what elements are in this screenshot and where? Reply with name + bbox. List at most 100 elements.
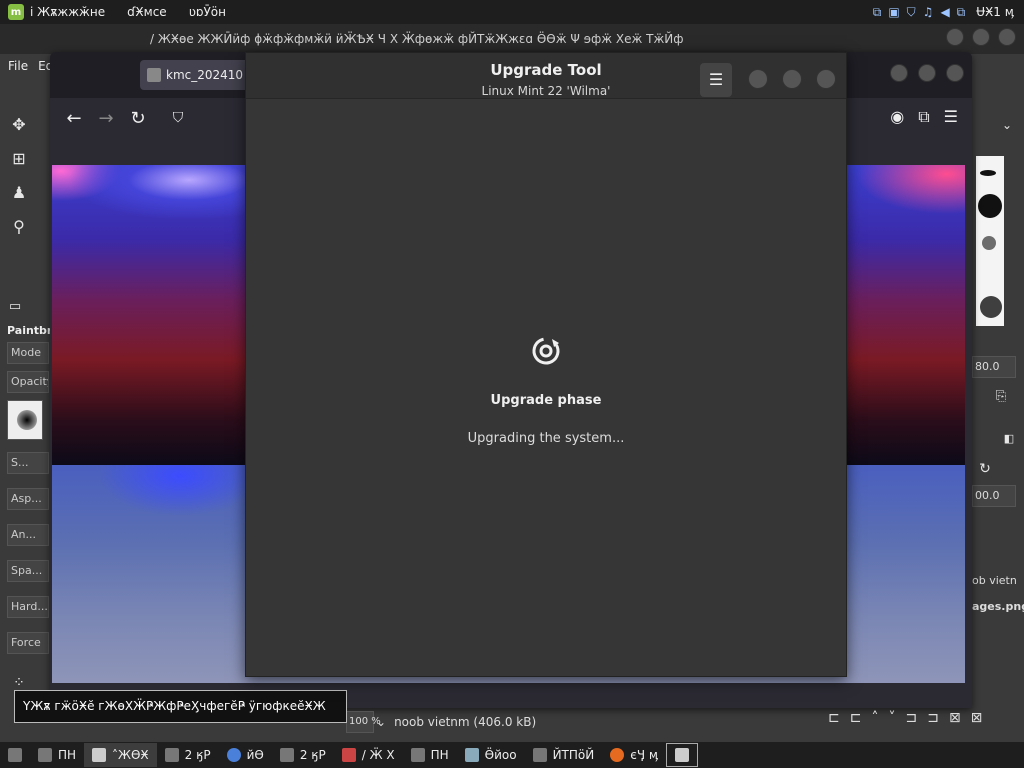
chromium-icon bbox=[226, 748, 241, 762]
shield-icon[interactable]: ⛉ bbox=[907, 5, 916, 20]
upgrade-progress-icon bbox=[532, 337, 560, 365]
upgrade-window-controls bbox=[748, 69, 836, 89]
show-desktop-button[interactable] bbox=[0, 743, 30, 767]
forward-arrow-icon[interactable]: → bbox=[90, 108, 122, 129]
app-icon bbox=[341, 748, 356, 762]
tracking-shield-icon[interactable]: ⛉ bbox=[162, 110, 194, 126]
taskbar-item[interactable]: йӨ bbox=[219, 743, 272, 767]
hamburger-menu-icon[interactable]: ☰ bbox=[944, 107, 958, 127]
taskbar-item[interactable]: / Ӝ Х bbox=[334, 743, 403, 767]
lower-icon[interactable]: ˅ bbox=[888, 710, 895, 726]
taskbar-item[interactable]: 2 ӄР bbox=[272, 743, 334, 767]
brushes-panel[interactable] bbox=[976, 156, 1004, 326]
account-icon[interactable]: ◉ bbox=[890, 107, 904, 127]
brush-preview[interactable] bbox=[7, 400, 43, 440]
zoom-level[interactable]: 100 % bbox=[346, 711, 381, 733]
delete-icon[interactable]: ⊠ bbox=[971, 710, 983, 726]
back-arrow-icon[interactable]: ← bbox=[58, 108, 90, 129]
anchor-icon[interactable]: ⊐ bbox=[927, 710, 939, 726]
firefox-icon bbox=[610, 748, 625, 762]
display-icon[interactable]: ⧉ bbox=[957, 5, 966, 20]
tooltip: ҮЖѫ гӝӧӾӗ гЖѳХӜҎЖфҎеӼчфегӗҎ ӱгюфкеӗӾЖ bbox=[14, 690, 347, 723]
mint-menu-icon[interactable]: m bbox=[8, 4, 24, 20]
move-tool-icon[interactable]: ✥ bbox=[8, 114, 30, 136]
browser-maximize-button[interactable] bbox=[918, 64, 936, 82]
taskbar-item[interactable]: єӋ ӎ bbox=[602, 743, 666, 767]
tab-title: kmc_202410 bbox=[166, 68, 244, 82]
brush-item[interactable] bbox=[982, 236, 996, 250]
upgrade-minimize-button[interactable] bbox=[748, 69, 768, 89]
desktop-icon bbox=[8, 748, 22, 762]
mode-select[interactable]: Mode bbox=[7, 342, 49, 364]
force-field[interactable]: Force bbox=[7, 632, 49, 654]
raise-icon[interactable]: ˄ bbox=[871, 710, 878, 726]
menu-file[interactable]: File bbox=[8, 59, 28, 73]
brush-item[interactable] bbox=[980, 170, 996, 176]
folder-icon bbox=[164, 748, 179, 762]
panel-launcher-2[interactable]: ɗӾмсе bbox=[127, 5, 167, 19]
reset-icon[interactable]: ↻ bbox=[974, 458, 996, 480]
hamburger-menu-button[interactable]: ☰ bbox=[700, 63, 732, 97]
panel-launcher-1[interactable]: і Жѫжжӂне bbox=[30, 5, 105, 19]
gimp-menubar: File Ed bbox=[0, 54, 53, 78]
taskbar-item[interactable]: ˄ЖѲӾ bbox=[84, 743, 157, 767]
spacing-value[interactable]: 80.0 bbox=[972, 356, 1016, 378]
taskbar-item[interactable]: ПН bbox=[403, 743, 457, 767]
opacity-value[interactable]: 00.0 bbox=[972, 485, 1016, 507]
brush-item[interactable] bbox=[980, 296, 1002, 318]
mask-icon[interactable]: ⊠ bbox=[949, 710, 961, 726]
chevron-down-icon[interactable]: ⌄ bbox=[996, 114, 1018, 136]
minimize-button[interactable] bbox=[946, 28, 964, 46]
gimp-window-controls bbox=[946, 28, 1016, 46]
taskbar-item-upgrade[interactable] bbox=[666, 743, 699, 767]
aspect-field[interactable]: Asp... bbox=[7, 488, 49, 510]
chevron-down-icon[interactable]: ⌄ bbox=[376, 715, 386, 729]
gimp-icon bbox=[464, 748, 479, 762]
transform-tool-icon[interactable]: ⊞ bbox=[8, 148, 30, 170]
notes-icon[interactable]: ▣ bbox=[888, 5, 899, 19]
network-icon[interactable]: ⧉ bbox=[873, 5, 882, 20]
duplicate-icon[interactable]: ⊐ bbox=[905, 710, 917, 726]
new-layer-icon[interactable]: ⊏ bbox=[828, 710, 840, 726]
tool-options-tab-icon[interactable]: ▭ bbox=[4, 296, 26, 318]
panel-launcher-3[interactable]: ʋɒӮӧн bbox=[189, 5, 226, 19]
browser-minimize-button[interactable] bbox=[890, 64, 908, 82]
clone-tool-icon[interactable]: ♟ bbox=[8, 182, 30, 204]
zoom-tool-icon[interactable]: ⚲ bbox=[8, 216, 30, 238]
taskbar-item[interactable]: ПН bbox=[30, 743, 84, 767]
spacing-field[interactable]: Spa... bbox=[7, 560, 49, 582]
taskbar-item[interactable]: Ӫйоо bbox=[457, 743, 525, 767]
shield-app-icon bbox=[675, 748, 690, 762]
config-icon[interactable]: ◧ bbox=[998, 428, 1020, 450]
extensions-icon[interactable]: ⧉ bbox=[918, 107, 929, 127]
angle-field[interactable]: An... bbox=[7, 524, 49, 546]
image-filename: ages.png bbox=[972, 600, 1024, 613]
browser-toolbar-icons: ◉ ⧉ ☰ bbox=[890, 107, 958, 127]
status-message: noob vietnm (406.0 kB) bbox=[394, 715, 537, 729]
volume-icon[interactable]: ◀ bbox=[940, 5, 949, 19]
upgrade-close-button[interactable] bbox=[816, 69, 836, 89]
layer-name[interactable]: ob vietn bbox=[972, 574, 1017, 587]
upgrade-maximize-button[interactable] bbox=[782, 69, 802, 89]
taskbar-item[interactable]: 2 ӄР bbox=[157, 743, 219, 767]
hardness-field[interactable]: Hard... bbox=[7, 596, 49, 618]
group-icon[interactable]: ⊏ bbox=[850, 710, 862, 726]
export-icon[interactable]: ⎘ bbox=[990, 386, 1012, 408]
maximize-button[interactable] bbox=[972, 28, 990, 46]
clock[interactable]: ɄӾ1 ӎ bbox=[976, 5, 1014, 19]
close-button[interactable] bbox=[998, 28, 1016, 46]
taskbar-item[interactable]: ЙТПӧЙ bbox=[525, 743, 603, 767]
size-field[interactable]: S... bbox=[7, 452, 49, 474]
upgrade-tool-headerbar: Upgrade Tool Linux Mint 22 'Wilma' ☰ bbox=[246, 53, 846, 99]
audio-icon[interactable]: ♫ bbox=[923, 5, 934, 19]
browser-close-button[interactable] bbox=[946, 64, 964, 82]
app-icon bbox=[532, 748, 547, 762]
gimp-toolbox: ✥ ⊞ ♟ ⚲ ▭ Paintbru Mode Opacity S... Asp… bbox=[0, 78, 60, 738]
opacity-slider[interactable]: Opacity bbox=[7, 371, 49, 393]
brush-item[interactable] bbox=[978, 194, 1002, 218]
terminal-icon bbox=[38, 748, 52, 762]
browser-window-controls bbox=[890, 64, 964, 82]
tab-favicon-icon bbox=[147, 68, 161, 82]
gimp-right-dock: ⌄ 80.0 ⎘ ◧ ↻ 00.0 ob vietn ages.png bbox=[972, 78, 1024, 738]
reload-icon[interactable]: ↻ bbox=[122, 108, 154, 129]
